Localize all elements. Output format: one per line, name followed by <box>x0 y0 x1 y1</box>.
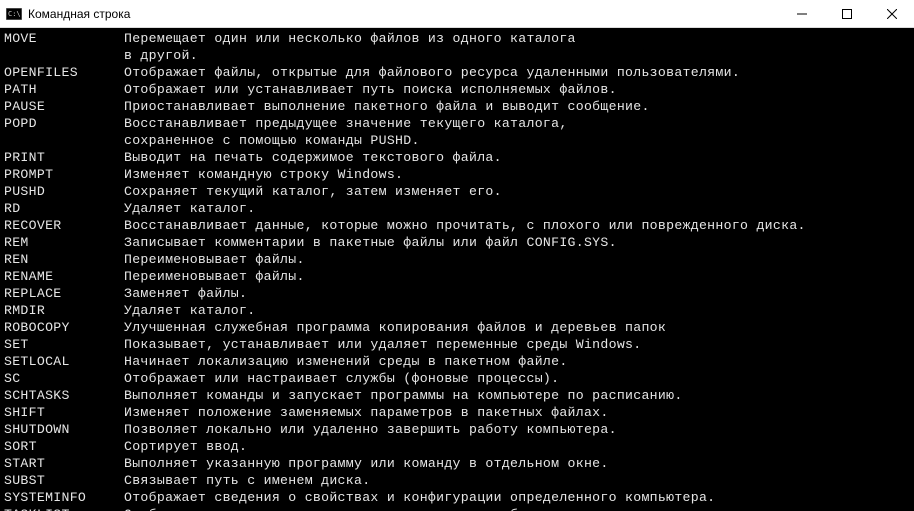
window-title: Командная строка <box>28 7 130 21</box>
command-name: START <box>4 455 124 472</box>
help-line: RECOVERВосстанавливает данные, которые м… <box>4 217 910 234</box>
command-name: REPLACE <box>4 285 124 302</box>
command-description: Переименовывает файлы. <box>124 251 910 268</box>
help-line: ROBOCOPYУлучшенная служебная программа к… <box>4 319 910 336</box>
command-name: SHUTDOWN <box>4 421 124 438</box>
command-name: MOVE <box>4 30 124 47</box>
help-line: STARTВыполняет указанную программу или к… <box>4 455 910 472</box>
help-line: REPLACEЗаменяет файлы. <box>4 285 910 302</box>
command-name: RD <box>4 200 124 217</box>
help-line: сохраненное с помощью команды PUSHD. <box>4 132 910 149</box>
command-name: SUBST <box>4 472 124 489</box>
help-line: RMDIRУдаляет каталог. <box>4 302 910 319</box>
help-line: REMЗаписывает комментарии в пакетные фай… <box>4 234 910 251</box>
help-line: RENAMEПереименовывает файлы. <box>4 268 910 285</box>
cmd-icon: C:\ <box>6 7 22 21</box>
command-name: PATH <box>4 81 124 98</box>
command-name: PROMPT <box>4 166 124 183</box>
command-description: в другой. <box>124 47 910 64</box>
command-description: Восстанавливает предыдущее значение теку… <box>124 115 910 132</box>
help-line: SETПоказывает, устанавливает или удаляет… <box>4 336 910 353</box>
command-description: Отображает или настраивает службы (фонов… <box>124 370 910 387</box>
command-name: PRINT <box>4 149 124 166</box>
help-line: POPDВосстанавливает предыдущее значение … <box>4 115 910 132</box>
command-description: Показывает, устанавливает или удаляет пе… <box>124 336 910 353</box>
command-name <box>4 132 124 149</box>
help-line: SYSTEMINFOОтображает сведения о свойства… <box>4 489 910 506</box>
command-description: Переименовывает файлы. <box>124 268 910 285</box>
command-description: сохраненное с помощью команды PUSHD. <box>124 132 910 149</box>
command-description: Выполняет команды и запускает программы … <box>124 387 910 404</box>
command-name: RECOVER <box>4 217 124 234</box>
command-name: POPD <box>4 115 124 132</box>
command-name: PAUSE <box>4 98 124 115</box>
titlebar[interactable]: C:\ Командная строка <box>0 0 914 28</box>
help-line: SUBSTСвязывает путь с именем диска. <box>4 472 910 489</box>
command-name: REN <box>4 251 124 268</box>
help-line: SCОтображает или настраивает службы (фон… <box>4 370 910 387</box>
command-name: SET <box>4 336 124 353</box>
command-name: RENAME <box>4 268 124 285</box>
minimize-button[interactable] <box>779 0 824 27</box>
help-line: PROMPTИзменяет командную строку Windows. <box>4 166 910 183</box>
svg-text:C:\: C:\ <box>8 10 21 18</box>
window: C:\ Командная строка MOVEПеремещает один… <box>0 0 914 511</box>
command-description: Приостанавливает выполнение пакетного фа… <box>124 98 910 115</box>
command-name: SETLOCAL <box>4 353 124 370</box>
command-description: Начинает локализацию изменений среды в п… <box>124 353 910 370</box>
command-description: Восстанавливает данные, которые можно пр… <box>124 217 910 234</box>
command-name: SYSTEMINFO <box>4 489 124 506</box>
command-description: Отображает файлы, открытые для файлового… <box>124 64 910 81</box>
terminal-output[interactable]: MOVEПеремещает один или несколько файлов… <box>0 28 914 511</box>
command-description: Перемещает один или несколько файлов из … <box>124 30 910 47</box>
command-description: Удаляет каталог. <box>124 200 910 217</box>
help-line: PAUSEПриостанавливает выполнение пакетно… <box>4 98 910 115</box>
help-line: RDУдаляет каталог. <box>4 200 910 217</box>
help-line: PATHОтображает или устанавливает путь по… <box>4 81 910 98</box>
command-name: TASKLIST <box>4 506 124 511</box>
command-name: RMDIR <box>4 302 124 319</box>
help-line: OPENFILESОтображает файлы, открытые для … <box>4 64 910 81</box>
command-name: OPENFILES <box>4 64 124 81</box>
maximize-button[interactable] <box>824 0 869 27</box>
command-description: Отображает или устанавливает путь поиска… <box>124 81 910 98</box>
help-line: SORTСортирует ввод. <box>4 438 910 455</box>
command-description: Связывает путь с именем диска. <box>124 472 910 489</box>
command-description: Улучшенная служебная программа копирован… <box>124 319 910 336</box>
command-description: Выводит на печать содержимое текстового … <box>124 149 910 166</box>
help-line: SHUTDOWNПозволяет локально или удаленно … <box>4 421 910 438</box>
command-description: Отображает сведения о свойствах и конфиг… <box>124 489 910 506</box>
help-line: SETLOCALНачинает локализацию изменений с… <box>4 353 910 370</box>
command-name: SHIFT <box>4 404 124 421</box>
help-line: PUSHDСохраняет текущий каталог, затем из… <box>4 183 910 200</box>
help-line: SHIFTИзменяет положение заменяемых парам… <box>4 404 910 421</box>
command-description: Позволяет локально или удаленно завершит… <box>124 421 910 438</box>
command-name <box>4 47 124 64</box>
command-description: Выполняет указанную программу или команд… <box>124 455 910 472</box>
command-name: PUSHD <box>4 183 124 200</box>
titlebar-left: C:\ Командная строка <box>6 7 130 21</box>
command-description: Изменяет командную строку Windows. <box>124 166 910 183</box>
command-description: Записывает комментарии в пакетные файлы … <box>124 234 910 251</box>
command-name: SC <box>4 370 124 387</box>
help-line: MOVEПеремещает один или несколько файлов… <box>4 30 910 47</box>
titlebar-controls <box>779 0 914 27</box>
command-name: SCHTASKS <box>4 387 124 404</box>
command-description: Изменяет положение заменяемых параметров… <box>124 404 910 421</box>
command-name: REM <box>4 234 124 251</box>
help-line: PRINTВыводит на печать содержимое тексто… <box>4 149 910 166</box>
command-description: Удаляет каталог. <box>124 302 910 319</box>
help-line: в другой. <box>4 47 910 64</box>
command-name: SORT <box>4 438 124 455</box>
help-line: SCHTASKSВыполняет команды и запускает пр… <box>4 387 910 404</box>
command-description: Сортирует ввод. <box>124 438 910 455</box>
command-name: ROBOCOPY <box>4 319 124 336</box>
command-description: Заменяет файлы. <box>124 285 910 302</box>
command-description: Отображает все выполняемые задачи, включ… <box>124 506 910 511</box>
command-description: Сохраняет текущий каталог, затем изменяе… <box>124 183 910 200</box>
close-button[interactable] <box>869 0 914 27</box>
help-line: RENПереименовывает файлы. <box>4 251 910 268</box>
help-line: TASKLISTОтображает все выполняемые задач… <box>4 506 910 511</box>
